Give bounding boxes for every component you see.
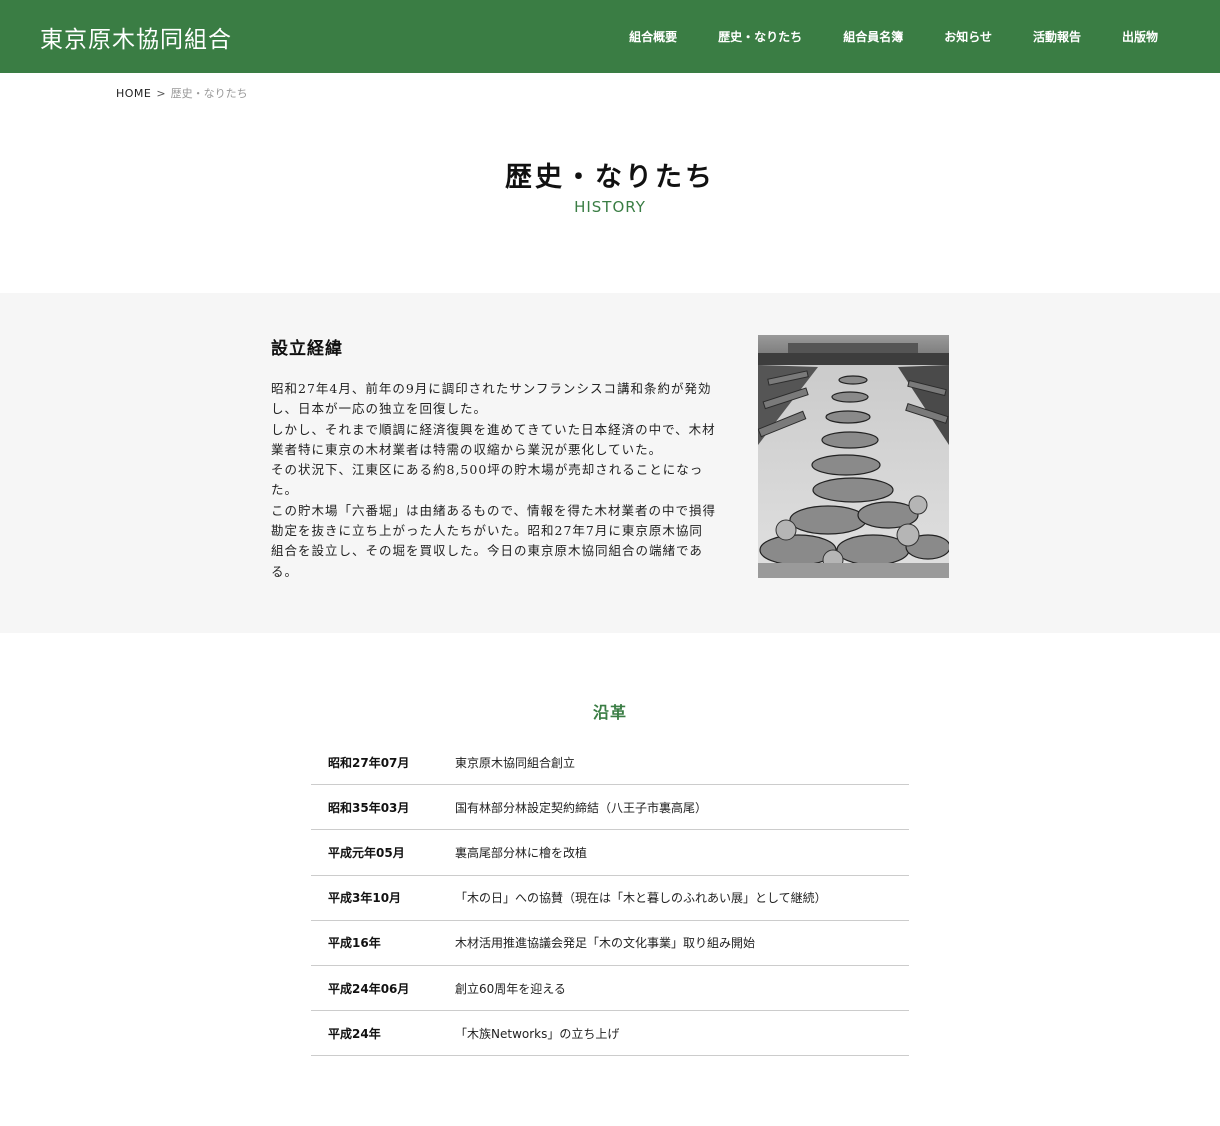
global-nav: 組合概要 歴史・なりたち 組合員名簿 お知らせ 活動報告 出版物 xyxy=(588,0,1158,73)
intro-paragraph: しかし、それまで順調に経済復興を進めてきていた日本経済の中で、木材業者特に東京の… xyxy=(271,421,716,457)
timeline-row: 平成24年06月 創立60周年を迎える xyxy=(311,966,909,1012)
nav-item-history[interactable]: 歴史・なりたち xyxy=(718,28,802,45)
page-title: 歴史・なりたち xyxy=(505,162,715,193)
timeline-title: 沿革 xyxy=(592,703,627,722)
timeline-date: 平成元年05月 xyxy=(328,845,405,860)
timeline-row: 昭和35年03月 国有林部分林設定契約締結（八王子市裏高尾） xyxy=(311,785,909,831)
timeline-date: 平成24年 xyxy=(328,1026,381,1041)
page-subtitle: HISTORY xyxy=(574,198,646,216)
site-header: 東京原木協同組合 組合概要 歴史・なりたち 組合員名簿 お知らせ 活動報告 出版… xyxy=(0,0,1220,73)
timeline-date: 平成24年06月 xyxy=(328,981,410,996)
breadcrumb-separator: > xyxy=(156,86,166,100)
timeline-row: 平成24年 「木族Networks」の立ち上げ xyxy=(311,1011,909,1057)
timeline-table: 昭和27年07月 東京原木協同組合創立 昭和35年03月 国有林部分林設定契約締… xyxy=(311,740,909,1057)
timeline-event: 国有林部分林設定契約締結（八王子市裏高尾） xyxy=(455,800,708,815)
timber-pond-photo xyxy=(758,335,949,578)
timeline-event: 裏高尾部分林に檜を改植 xyxy=(455,845,588,860)
intro-body: 昭和27年4月、前年の9月に調印されたサンフランシスコ講和条約が発効し、日本が一… xyxy=(271,379,716,582)
nav-item-members[interactable]: 組合員名簿 xyxy=(843,28,903,45)
timeline-date: 昭和35年03月 xyxy=(328,800,410,815)
intro-heading: 設立経緯 xyxy=(271,339,343,359)
breadcrumb-home-link[interactable]: HOME xyxy=(116,87,151,100)
timeline-date: 昭和27年07月 xyxy=(328,755,410,770)
timeline-row: 平成16年 木材活用推進協議会発足「木の文化事業」取り組み開始 xyxy=(311,921,909,966)
nav-item-about[interactable]: 組合概要 xyxy=(629,28,677,45)
intro-paragraph: この貯木場「六番堀」は由緒あるもので、情報を得た木材業者の中で損得勘定を抜きに立… xyxy=(271,502,717,579)
timeline-event: 「木族Networks」の立ち上げ xyxy=(455,1026,620,1041)
timeline-event: 東京原木協同組合創立 xyxy=(455,755,576,770)
timeline-row: 昭和27年07月 東京原木協同組合創立 xyxy=(311,740,909,786)
timeline-row: 平成3年10月 「木の日」への協賛（現在は「木と暮しのふれあい展」として継続） xyxy=(311,876,909,921)
intro-paragraph: その状況下、江東区にある約8,500坪の貯木場が売却されることになった。 xyxy=(271,462,704,498)
timeline-row: 平成元年05月 裏高尾部分林に檜を改植 xyxy=(311,830,909,876)
timeline-date: 平成3年10月 xyxy=(328,891,402,906)
timeline-event: 創立60周年を迎える xyxy=(455,981,566,996)
nav-item-reports[interactable]: 活動報告 xyxy=(1033,28,1081,45)
timeline-event: 「木の日」への協賛（現在は「木と暮しのふれあい展」として継続） xyxy=(455,891,827,906)
intro-paragraph: 昭和27年4月、前年の9月に調印されたサンフランシスコ講和条約が発効し、日本が一… xyxy=(271,381,712,417)
timber-pond-photo-illustration xyxy=(758,335,949,578)
breadcrumb-current: 歴史・なりたち xyxy=(170,87,248,100)
timeline-date: 平成16年 xyxy=(328,936,381,951)
breadcrumb: HOME > 歴史・なりたち xyxy=(116,85,248,101)
nav-item-publications[interactable]: 出版物 xyxy=(1122,28,1158,45)
site-logo[interactable]: 東京原木協同組合 xyxy=(40,20,232,54)
nav-item-news[interactable]: お知らせ xyxy=(944,28,992,45)
timeline-event: 木材活用推進協議会発足「木の文化事業」取り組み開始 xyxy=(455,936,756,951)
